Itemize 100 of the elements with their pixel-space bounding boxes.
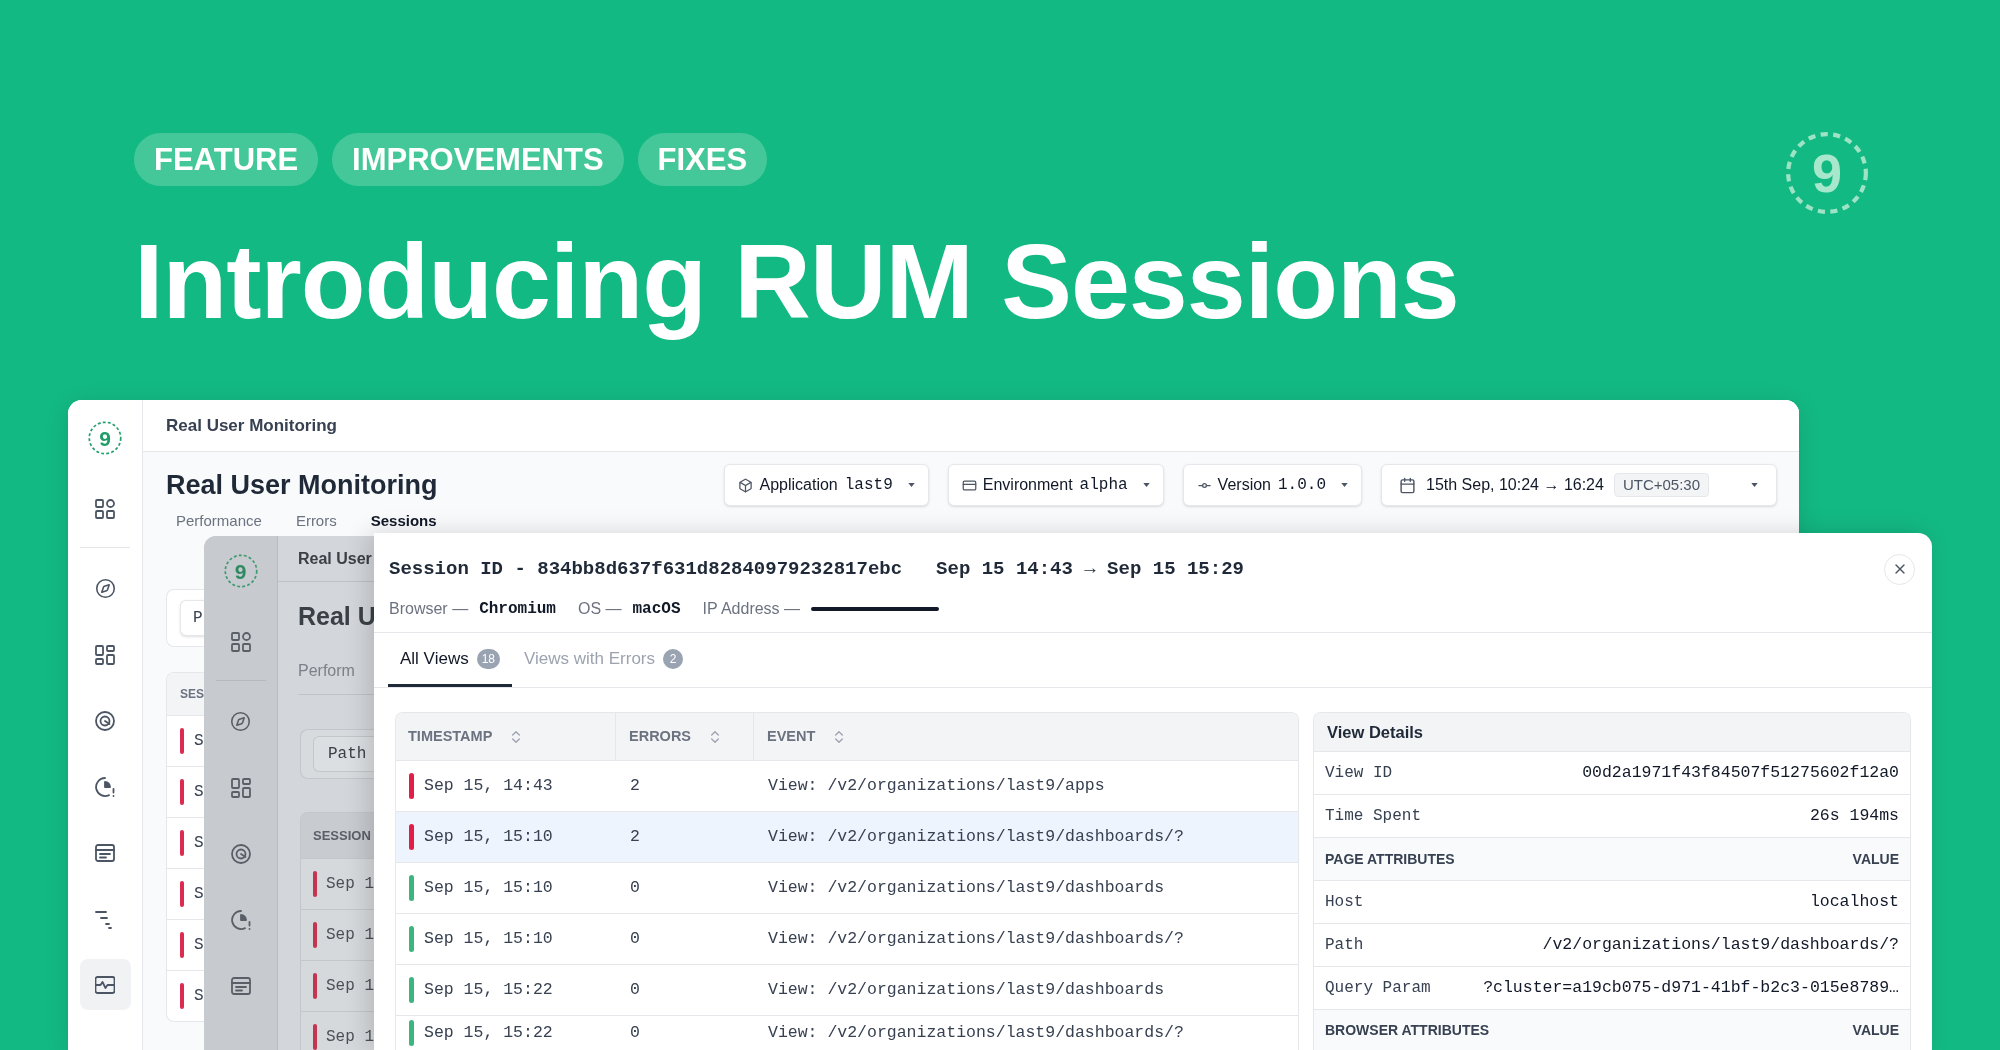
- column-header: SESSION: [313, 826, 371, 845]
- table-cell-text: 0: [630, 876, 640, 899]
- category-tag: FIXES: [637, 133, 768, 186]
- table-cell-text: Sep 15, 15:10: [424, 876, 553, 899]
- filter-button[interactable]: Path: [313, 736, 376, 772]
- section-heading: PAGE ATTRIBUTES: [1325, 849, 1455, 869]
- caret-icon: [1751, 483, 1758, 487]
- tab[interactable]: All Views 18: [388, 633, 512, 687]
- caret-icon: [907, 483, 915, 487]
- tab[interactable]: Errors: [295, 512, 337, 530]
- table-cell-text: S: [194, 833, 204, 854]
- filter-dropdown[interactable]: Version 1.0.0: [1182, 464, 1362, 506]
- meta-label: Browser —: [389, 599, 469, 619]
- dashboard-icon: [95, 644, 115, 665]
- table-cell-text: Sep 1: [326, 874, 374, 895]
- headline: Introducing RUM Sessions: [134, 221, 1459, 342]
- target-icon: [230, 843, 251, 864]
- table-cell-text: Sep 15, 15:22: [424, 1021, 553, 1044]
- table-cell-text: Sep 1: [326, 1027, 374, 1048]
- meta-value: Chromium: [479, 599, 556, 620]
- session-time-range: Sep 15 14:43 → Sep 15 15:29: [936, 559, 1244, 579]
- table-cell-text: 0: [630, 1021, 640, 1044]
- breadcrumb: Real User: [298, 548, 372, 569]
- timezone-badge: UTC+05:30: [1613, 473, 1710, 497]
- session-id: Session ID - 834bb8d637f631d82840979232817ebc: [389, 559, 903, 579]
- panel-title: View Details: [1327, 721, 1423, 743]
- table-cell-text: S: [194, 782, 204, 803]
- table-cell-text: 2: [630, 825, 640, 848]
- compass-icon: [230, 711, 251, 732]
- table-cell-text: View: /v2/organizations/last9/apps: [768, 774, 1105, 797]
- table-cell-text: View: /v2/organizations/last9/dashboards: [768, 978, 1165, 1001]
- column-heading: VALUE: [1852, 849, 1899, 869]
- filter-button[interactable]: P: [180, 600, 206, 636]
- widgets-icon: [230, 631, 251, 652]
- page-title: Real U: [298, 603, 376, 629]
- page-title: Real User Monitoring: [166, 471, 438, 499]
- pie-chart-alert-icon: [230, 909, 251, 930]
- dashboard-icon: [230, 777, 251, 798]
- compass-icon: [94, 578, 116, 599]
- detail-label: Host: [1325, 892, 1364, 913]
- meta-label: OS —: [577, 599, 622, 619]
- category-tag: FEATURE: [134, 133, 319, 186]
- table-row[interactable]: Sep 15, 15:22 0 View: /v2/organizations/last9/dashboards/?: [396, 1015, 1298, 1050]
- meta-value: macOS: [632, 599, 681, 620]
- logo: 9: [1785, 131, 1869, 215]
- widgets-icon: [95, 498, 115, 519]
- caret-icon: [1142, 483, 1150, 487]
- filter-dropdown[interactable]: Environment alpha: [947, 464, 1164, 506]
- waterfall-icon: [95, 908, 115, 929]
- detail-label: Path: [1325, 935, 1364, 956]
- table-cell-text: S: [194, 935, 204, 956]
- cube-icon: [738, 477, 754, 493]
- caret-icon: [1341, 483, 1348, 487]
- table-cell-text: 0: [630, 927, 640, 950]
- breadcrumb: Real User Monitoring: [166, 414, 337, 437]
- date-range-picker[interactable]: 15th Sep, 10:24 → 16:24 UTC+05:30: [1381, 464, 1777, 506]
- target-icon: [95, 710, 115, 731]
- table-cell-text: Sep 15, 15:10: [424, 825, 553, 848]
- table-cell-text: View: /v2/organizations/last9/dashboards/?: [768, 825, 1184, 848]
- browser-window-icon: [230, 975, 251, 996]
- pie-chart-alert-icon: [95, 776, 115, 797]
- pulse-window-icon: [95, 974, 115, 995]
- detail-value: localhost: [1809, 890, 1899, 913]
- detail-value: /v2/organizations/last9/dashboards/?: [1542, 933, 1899, 956]
- logo: 9: [88, 421, 122, 455]
- detail-value: ?cluster=a19cb075-d971-41bf-b2c3-015e8789…: [1483, 976, 1899, 999]
- browser-window-icon: [95, 842, 115, 863]
- detail-label: View ID: [1325, 763, 1393, 784]
- nav-button[interactable]: [79, 959, 131, 1010]
- detail-value: 00d2a1971f43f84507f51275602f12a0: [1582, 761, 1899, 784]
- count-badge: 18: [476, 648, 500, 669]
- detail-label: Query Param: [1325, 978, 1431, 999]
- table-cell-text: 2: [630, 774, 640, 797]
- tab[interactable]: Performance: [176, 512, 262, 530]
- section-heading: BROWSER ATTRIBUTES: [1325, 1020, 1490, 1040]
- table-cell-text: S: [194, 986, 204, 1007]
- table-cell-text: 0: [630, 978, 640, 1001]
- tab[interactable]: Sessions: [370, 512, 437, 530]
- logo: 9: [223, 554, 258, 588]
- table-cell-text: Sep 15, 15:10: [424, 927, 553, 950]
- table-cell-text: View: /v2/organizations/last9/dashboards/?: [768, 1021, 1184, 1044]
- count-badge: 2: [663, 648, 683, 669]
- detail-value: 26s 194ms: [1809, 804, 1899, 827]
- card-icon: [961, 477, 977, 493]
- table-cell-text: Sep 15, 14:43: [424, 774, 553, 797]
- table-row[interactable]: Sep 15, 15:10 2 View: /v2/organizations/last9/dashboards/?: [396, 811, 1298, 862]
- table-cell-text: S: [194, 731, 204, 752]
- table-cell-text: Sep 15, 15:22: [424, 978, 553, 1001]
- filter-dropdown[interactable]: Application last9: [724, 464, 929, 506]
- table-cell-text: View: /v2/organizations/last9/dashboards/?: [768, 927, 1184, 950]
- table-cell-text: S: [194, 884, 204, 905]
- column-header[interactable]: EVENT: [754, 713, 1298, 760]
- detail-label: Time Spent: [1325, 806, 1421, 827]
- table-cell-text: View: /v2/organizations/last9/dashboards: [768, 876, 1165, 899]
- category-tag: IMPROVEMENTS: [332, 133, 624, 186]
- column-header: SES: [180, 686, 204, 703]
- meta-label: IP Address —: [702, 599, 801, 619]
- table-cell-text: Sep 1: [326, 925, 374, 946]
- column-heading: VALUE: [1852, 1020, 1899, 1040]
- calendar-icon: [1399, 476, 1416, 494]
